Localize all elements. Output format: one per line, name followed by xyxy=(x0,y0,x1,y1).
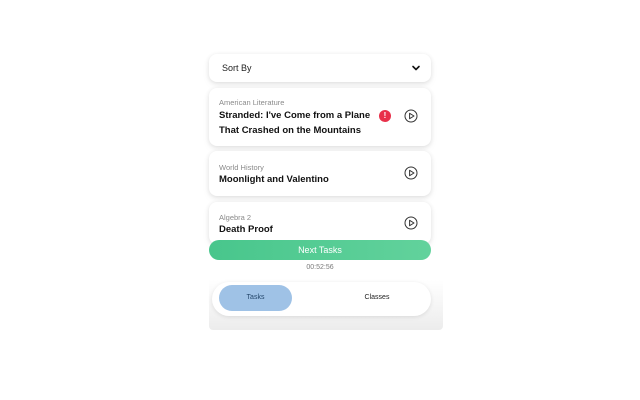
chevron-down-icon xyxy=(412,65,420,71)
sort-label: Sort By xyxy=(222,63,252,73)
task-card[interactable]: Algebra 2 Death Proof xyxy=(209,202,431,244)
alert-badge: ! xyxy=(379,110,391,122)
play-icon[interactable] xyxy=(404,166,418,180)
task-title: Stranded: I've Come from a Plane That Cr… xyxy=(219,110,371,136)
sort-dropdown[interactable]: Sort By xyxy=(209,54,431,82)
task-title: Death Proof xyxy=(219,224,273,235)
tab-tasks[interactable]: Tasks xyxy=(219,285,292,311)
task-subject: World History xyxy=(219,163,264,172)
play-icon[interactable] xyxy=(404,109,418,123)
task-subject: American Literature xyxy=(219,98,285,107)
task-card[interactable]: American Literature Stranded: I've Come … xyxy=(209,88,431,146)
timer: 00:52:56 xyxy=(306,264,334,271)
play-icon[interactable] xyxy=(404,216,418,230)
next-tasks-button[interactable]: Next Tasks xyxy=(209,240,431,260)
task-title: Moonlight and Valentino xyxy=(219,174,329,185)
task-panel: Sort By American Literature Stranded: I'… xyxy=(209,50,443,330)
task-subject: Algebra 2 xyxy=(219,213,252,222)
task-card[interactable]: World History Moonlight and Valentino xyxy=(209,151,431,196)
tab-classes[interactable]: Classes xyxy=(342,285,412,311)
bottom-nav: Tasks Classes xyxy=(212,282,431,316)
